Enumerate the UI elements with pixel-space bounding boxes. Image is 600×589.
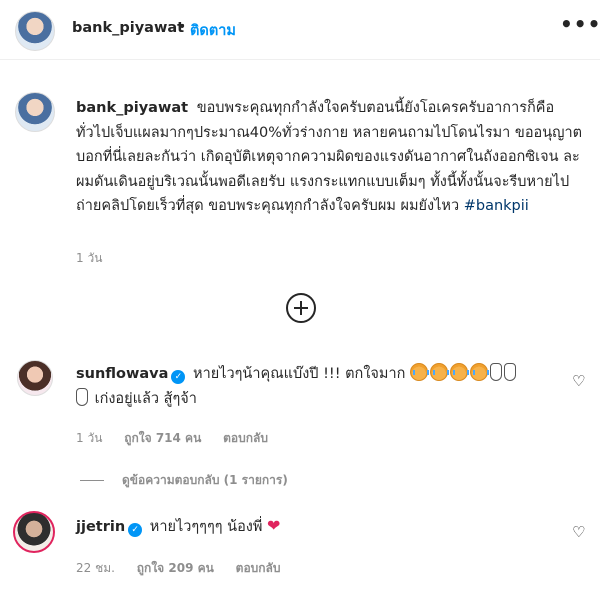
victory-hand-emoji-icon: [504, 363, 516, 381]
comment-meta: 1 วัน ถูกใจ 714 คน ตอบกลับ: [76, 429, 286, 448]
post-header: bank_piyawat • ติดตาม •••: [0, 0, 600, 60]
comment-username[interactable]: jjetrin: [76, 519, 125, 535]
comment-timestamp[interactable]: 1 วัน: [76, 431, 102, 445]
comment-likes[interactable]: ถูกใจ 714 คน: [124, 431, 201, 445]
commenter-avatar[interactable]: [13, 511, 55, 553]
caption-avatar[interactable]: [15, 92, 55, 132]
heart-outline-icon[interactable]: ♡: [572, 372, 585, 390]
comment-timestamp[interactable]: 22 ชม.: [76, 561, 115, 575]
caption-username[interactable]: bank_piyawat: [76, 100, 188, 116]
post-caption: bank_piyawat ขอบพระคุณทุกกำลังใจครับตอนน…: [76, 96, 588, 219]
view-replies-label: ดูข้อความตอบกลับ (1 รายการ): [122, 473, 288, 487]
crying-emoji-icon: [410, 363, 429, 381]
crying-emoji-icon: [470, 363, 489, 381]
verified-badge-icon: ✓: [128, 523, 143, 537]
plus-circle-icon[interactable]: [286, 293, 316, 323]
victory-hand-emoji-icon: [76, 388, 88, 406]
commenter-avatar[interactable]: [17, 360, 53, 396]
victory-hand-emoji-icon: [490, 363, 502, 381]
author-username[interactable]: bank_piyawat: [72, 20, 184, 36]
reply-button[interactable]: ตอบกลับ: [236, 561, 281, 575]
comment-item: jjetrin ✓ หายไวๆๆๆๆ น้องพี่ ❤: [76, 515, 280, 538]
comment-likes[interactable]: ถูกใจ 209 คน: [137, 561, 214, 575]
replies-divider-line: [80, 480, 104, 481]
verified-badge-icon: ✓: [171, 370, 186, 384]
heart-outline-icon[interactable]: ♡: [572, 523, 585, 541]
crying-emoji-icon: [450, 363, 469, 381]
view-replies-button[interactable]: ดูข้อความตอบกลับ (1 รายการ): [80, 471, 288, 490]
author-avatar[interactable]: [15, 11, 55, 51]
more-options-icon[interactable]: •••: [560, 12, 600, 36]
follow-button[interactable]: ติดตาม: [190, 19, 236, 42]
reply-button[interactable]: ตอบกลับ: [223, 431, 268, 445]
comment-text-continued: เก่งอยู่แล้ว สู้ๆจ้า: [94, 391, 197, 407]
comment-item: sunflowava ✓ หายไวๆน้าคุณแบ๊งปี !!! ตกใจม…: [76, 362, 566, 412]
caption-timestamp[interactable]: 1 วัน: [76, 249, 102, 268]
red-heart-emoji-icon: ❤: [267, 516, 281, 535]
comment-meta: 22 ชม. ถูกใจ 209 คน ตอบกลับ: [76, 559, 299, 578]
comment-username[interactable]: sunflowava: [76, 366, 168, 382]
separator-dot: •: [178, 19, 187, 35]
crying-emoji-icon: [430, 363, 449, 381]
caption-text: ขอบพระคุณทุกกำลังใจครับตอนนี้ยังโอเครครั…: [76, 100, 583, 214]
comment-text: หายไวๆน้าคุณแบ๊งปี !!! ตกใจมาก: [193, 366, 406, 382]
comment-text: หายไวๆๆๆๆ น้องพี่: [149, 519, 263, 535]
caption-hashtag[interactable]: #bankpii: [464, 198, 529, 214]
